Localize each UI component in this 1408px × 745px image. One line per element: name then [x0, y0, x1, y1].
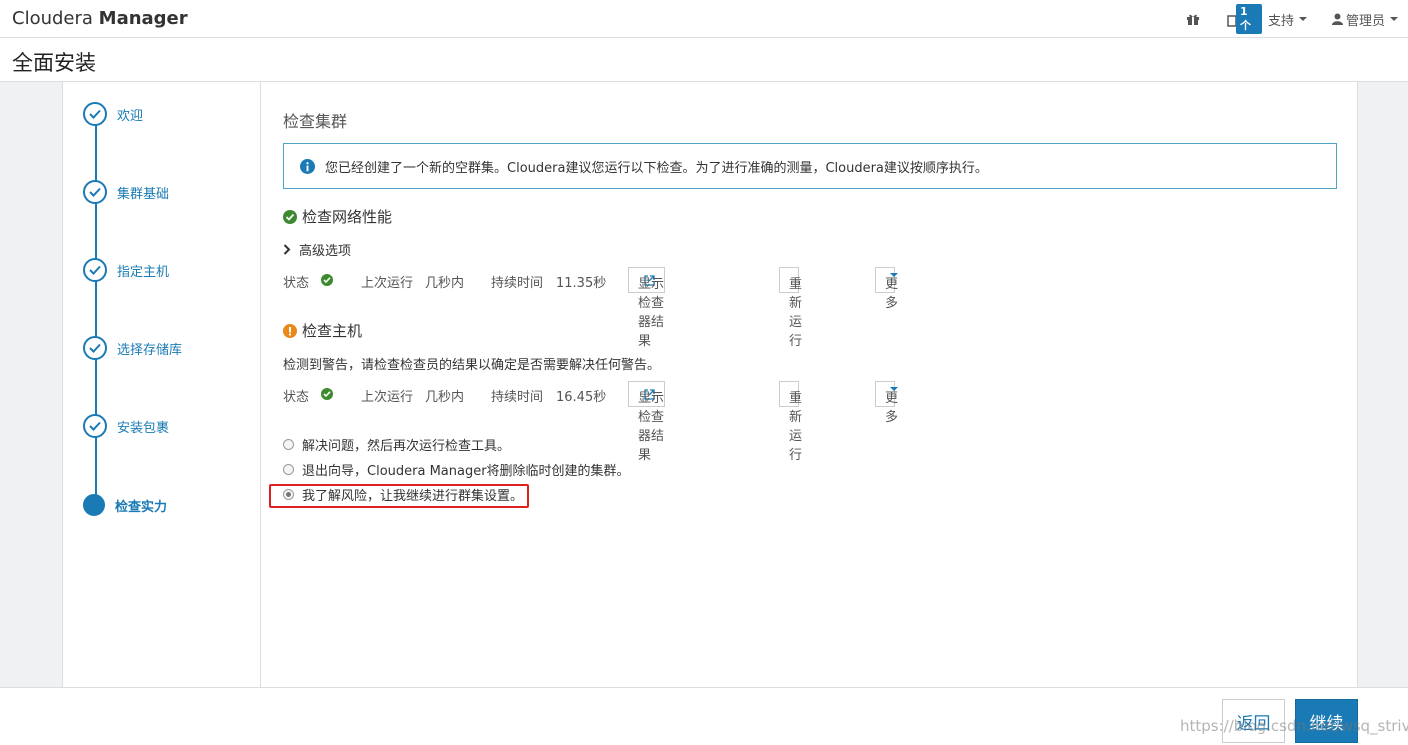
step-inspect-cluster[interactable]: 检查实力 [83, 493, 167, 517]
button-label: 更多 [885, 391, 899, 425]
section-title: 检查集群 [283, 112, 348, 131]
brand-name-bold: Manager [98, 8, 188, 29]
whats-new-gift[interactable] [1186, 0, 1200, 38]
gift-icon [1187, 14, 1199, 25]
button-label: 更多 [885, 277, 899, 311]
host-check-status-row: 状态 上次运行 几秒内 持续时间 16.45秒 显示检查器结果 重新运行 更多 [283, 381, 983, 463]
step-label: 欢迎 [117, 108, 144, 124]
notifications-menu[interactable]: 1个 [1226, 0, 1262, 38]
info-alert-text: 您已经创建了一个新的空群集。Cloudera建议您运行以下检查。为了进行准确的测… [325, 160, 988, 176]
step-check-icon [83, 180, 107, 204]
support-menu[interactable]: 支持 [1268, 0, 1308, 38]
advanced-options-toggle[interactable]: 高级选项 [283, 240, 351, 259]
status-ok-icon [321, 388, 333, 400]
step-label: 安装包裹 [117, 420, 170, 436]
option-fix-and-rerun[interactable]: 解决问题，然后再次运行检查工具。 [283, 435, 510, 454]
step-install-parcels[interactable]: 安装包裹 [83, 414, 169, 438]
brand-name: Cloudera [12, 8, 93, 29]
option-accept-risk-continue[interactable]: 我了解风险，让我继续进行群集设置。 [283, 485, 523, 504]
option-label: 解决问题，然后再次运行检查工具。 [302, 439, 511, 454]
status-label: 状态 [283, 390, 310, 405]
step-label: 指定主机 [117, 264, 170, 280]
option-label: 退出向导，Cloudera Manager将删除临时创建的集群。 [302, 464, 630, 479]
info-icon [300, 158, 315, 174]
admin-label: 管理员 [1346, 13, 1386, 29]
top-navbar: Cloudera Manager 1个 支持 管理员 [0, 0, 1408, 38]
network-check-title: 检查网络性能 [283, 206, 392, 227]
host-check-label: 检查主机 [302, 322, 363, 340]
notification-badge: 1个 [1236, 4, 1262, 34]
step-check-icon [83, 102, 107, 126]
last-run-value: 几秒内 [425, 390, 465, 405]
button-label: 显示检查器结果 [638, 391, 665, 463]
more-dropdown-button[interactable]: 更多 [875, 267, 898, 311]
watermark-text: https://blog.csdn.net/wsq_strive [1180, 717, 1408, 735]
status-ok-icon [321, 274, 333, 286]
step-check-icon [83, 414, 107, 438]
wizard-steps: 欢迎 集群基础 指定主机 选择存储库 安装包裹 检查实力 [63, 82, 261, 687]
user-icon [1332, 13, 1343, 25]
button-label: 重新运行 [789, 391, 803, 463]
step-welcome[interactable]: 欢迎 [83, 102, 143, 126]
host-check-description: 检测到警告，请检查检查员的结果以确定是否需要解决任何警告。 [283, 358, 661, 373]
duration-label: 持续时间 [491, 390, 544, 405]
last-run-value: 几秒内 [425, 276, 465, 291]
step-check-icon [83, 336, 107, 360]
warning-icon [283, 323, 297, 338]
step-select-repository[interactable]: 选择存储库 [83, 336, 182, 360]
step-check-icon [83, 258, 107, 282]
chevron-down-icon [890, 273, 898, 277]
success-check-icon [283, 209, 297, 224]
page-title: 全面安装 [12, 51, 96, 75]
step-cluster-basics[interactable]: 集群基础 [83, 180, 169, 204]
brand-logo[interactable]: Cloudera Manager [12, 8, 188, 29]
duration-value: 16.45秒 [556, 390, 607, 405]
wizard-footer: 返回 继续 https://blog.csdn.net/wsq_strive [0, 687, 1408, 745]
button-label: 显示检查器结果 [638, 277, 665, 349]
continue-button[interactable]: 继续 [1295, 699, 1358, 743]
host-check-title: 检查主机 [283, 320, 362, 341]
button-label: 重新运行 [789, 277, 803, 349]
page-header: 全面安装 [0, 39, 1408, 82]
show-inspector-results-button[interactable]: 显示检查器结果 [628, 381, 665, 463]
chevron-down-icon [890, 387, 898, 391]
step-label: 选择存储库 [117, 342, 183, 358]
support-label: 支持 [1268, 13, 1295, 29]
rerun-button[interactable]: 重新运行 [779, 381, 802, 463]
step-active-dot [83, 494, 105, 516]
duration-value: 11.35秒 [556, 276, 607, 291]
back-button[interactable]: 返回 [1222, 699, 1285, 743]
show-inspector-results-button[interactable]: 显示检查器结果 [628, 267, 665, 349]
chevron-down-icon [1390, 17, 1399, 21]
radio-button[interactable] [283, 439, 294, 450]
wizard-panel: 欢迎 集群基础 指定主机 选择存储库 安装包裹 检查实力 检查集群 您已经创建了… [62, 82, 1358, 687]
network-check-status-row: 状态 上次运行 几秒内 持续时间 11.35秒 显示检查器结果 重新运行 更多 [283, 267, 983, 349]
advanced-options-label: 高级选项 [299, 244, 352, 259]
step-specify-hosts[interactable]: 指定主机 [83, 258, 169, 282]
more-dropdown-button[interactable]: 更多 [875, 381, 898, 425]
info-alert: 您已经创建了一个新的空群集。Cloudera建议您运行以下检查。为了进行准确的测… [283, 143, 1337, 189]
option-exit-wizard[interactable]: 退出向导，Cloudera Manager将删除临时创建的集群。 [283, 460, 630, 479]
radio-button[interactable] [283, 464, 294, 475]
network-check-label: 检查网络性能 [302, 208, 393, 226]
step-label: 集群基础 [117, 186, 170, 202]
steps-connector-line [95, 114, 97, 504]
radio-button-selected[interactable] [283, 489, 294, 500]
last-run-label: 上次运行 [361, 390, 414, 405]
rerun-button[interactable]: 重新运行 [779, 267, 802, 349]
chevron-down-icon [1299, 17, 1308, 21]
option-label: 我了解风险，让我继续进行群集设置。 [302, 489, 524, 504]
last-run-label: 上次运行 [361, 276, 414, 291]
step-label: 检查实力 [115, 499, 168, 515]
status-label: 状态 [283, 276, 310, 291]
admin-menu[interactable]: 管理员 [1332, 0, 1399, 38]
duration-label: 持续时间 [491, 276, 544, 291]
chevron-right-icon [283, 244, 291, 255]
